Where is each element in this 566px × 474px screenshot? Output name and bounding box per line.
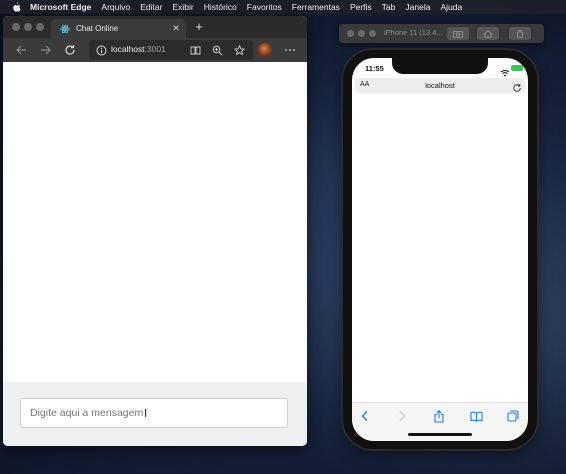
iphone-notch bbox=[392, 58, 488, 74]
new-tab-button[interactable]: + bbox=[192, 20, 206, 34]
status-time: 11:55 bbox=[365, 64, 384, 73]
rotate-button[interactable] bbox=[509, 27, 531, 40]
address-bar[interactable]: localhost:3001 bbox=[89, 40, 253, 60]
menu-janela[interactable]: Janela bbox=[405, 2, 430, 12]
browser-toolbar: localhost:3001 bbox=[3, 38, 307, 62]
reading-view-icon[interactable] bbox=[188, 43, 202, 57]
url-text: localhost:3001 bbox=[111, 44, 166, 54]
edge-browser-window: Chat Online ✕ + localhost:3001 Digite aq… bbox=[3, 16, 307, 446]
menu-exibir[interactable]: Exibir bbox=[172, 2, 193, 12]
menu-editar[interactable]: Editar bbox=[140, 2, 162, 12]
apple-icon[interactable] bbox=[12, 2, 22, 12]
menu-tab[interactable]: Tab bbox=[382, 2, 396, 12]
tab-title: Chat Online bbox=[76, 24, 119, 33]
simulator-minimize-button[interactable] bbox=[358, 30, 365, 37]
safari-address-bar[interactable]: AA localhost bbox=[355, 78, 525, 93]
tabs-icon[interactable] bbox=[506, 409, 520, 423]
iphone-page-content bbox=[352, 96, 528, 402]
profile-avatar[interactable] bbox=[258, 43, 272, 57]
simulator-zoom-button[interactable] bbox=[369, 30, 376, 37]
share-icon[interactable] bbox=[432, 409, 446, 423]
react-favicon-icon bbox=[60, 24, 70, 34]
tab-close-icon[interactable]: ✕ bbox=[172, 23, 180, 34]
url-port: :3001 bbox=[144, 44, 166, 54]
more-options-icon[interactable] bbox=[283, 43, 297, 57]
wifi-icon bbox=[500, 64, 510, 77]
forward-chevron-icon[interactable] bbox=[395, 409, 409, 423]
favorite-star-icon[interactable] bbox=[232, 43, 246, 57]
menu-arquivo[interactable]: Arquivo bbox=[101, 2, 130, 12]
zoom-window-button[interactable] bbox=[36, 23, 44, 31]
browser-tab-strip: Chat Online ✕ + bbox=[3, 16, 307, 38]
bookmarks-icon[interactable] bbox=[469, 409, 483, 423]
menu-ferramentas[interactable]: Ferramentas bbox=[292, 2, 340, 12]
refresh-icon[interactable] bbox=[63, 43, 77, 57]
minimize-window-button[interactable] bbox=[24, 23, 32, 31]
close-window-button[interactable] bbox=[12, 23, 20, 31]
chat-footer: I bbox=[3, 382, 307, 446]
battery-icon bbox=[511, 65, 523, 71]
browser-page-content: I bbox=[3, 62, 307, 446]
tab-chat-online[interactable]: Chat Online ✕ bbox=[51, 19, 186, 38]
simulator-title: iPhone 11 (13.4... bbox=[384, 28, 443, 37]
safari-host: localhost bbox=[425, 81, 455, 90]
info-icon[interactable] bbox=[94, 43, 108, 57]
forward-arrow-icon[interactable] bbox=[39, 43, 53, 57]
simulator-titlebar: iPhone 11 (13.4... bbox=[339, 24, 544, 43]
macos-menu-bar: Microsoft Edge Arquivo Editar Exibir His… bbox=[0, 0, 566, 14]
home-indicator[interactable] bbox=[408, 433, 472, 436]
text-cursor-icon: I bbox=[144, 407, 148, 420]
zoom-icon[interactable] bbox=[210, 43, 224, 57]
message-input[interactable] bbox=[20, 398, 288, 428]
simulator-close-button[interactable] bbox=[347, 30, 354, 37]
url-host: localhost bbox=[111, 44, 145, 54]
menu-favoritos[interactable]: Favoritos bbox=[247, 2, 282, 12]
screenshot-button[interactable] bbox=[447, 27, 469, 40]
menu-app-name[interactable]: Microsoft Edge bbox=[30, 2, 91, 12]
menu-perfis[interactable]: Perfis bbox=[350, 2, 372, 12]
home-button[interactable] bbox=[477, 27, 499, 40]
menu-historico[interactable]: Histórico bbox=[204, 2, 237, 12]
back-chevron-icon[interactable] bbox=[358, 409, 372, 423]
iphone-screen: 11:55 AA localhost bbox=[352, 58, 528, 441]
back-arrow-icon[interactable] bbox=[14, 43, 28, 57]
safari-reload-icon[interactable] bbox=[512, 80, 522, 92]
menu-ajuda[interactable]: Ajuda bbox=[440, 2, 462, 12]
chat-messages-area bbox=[3, 62, 307, 382]
iphone-device-frame: 11:55 AA localhost bbox=[343, 50, 537, 449]
